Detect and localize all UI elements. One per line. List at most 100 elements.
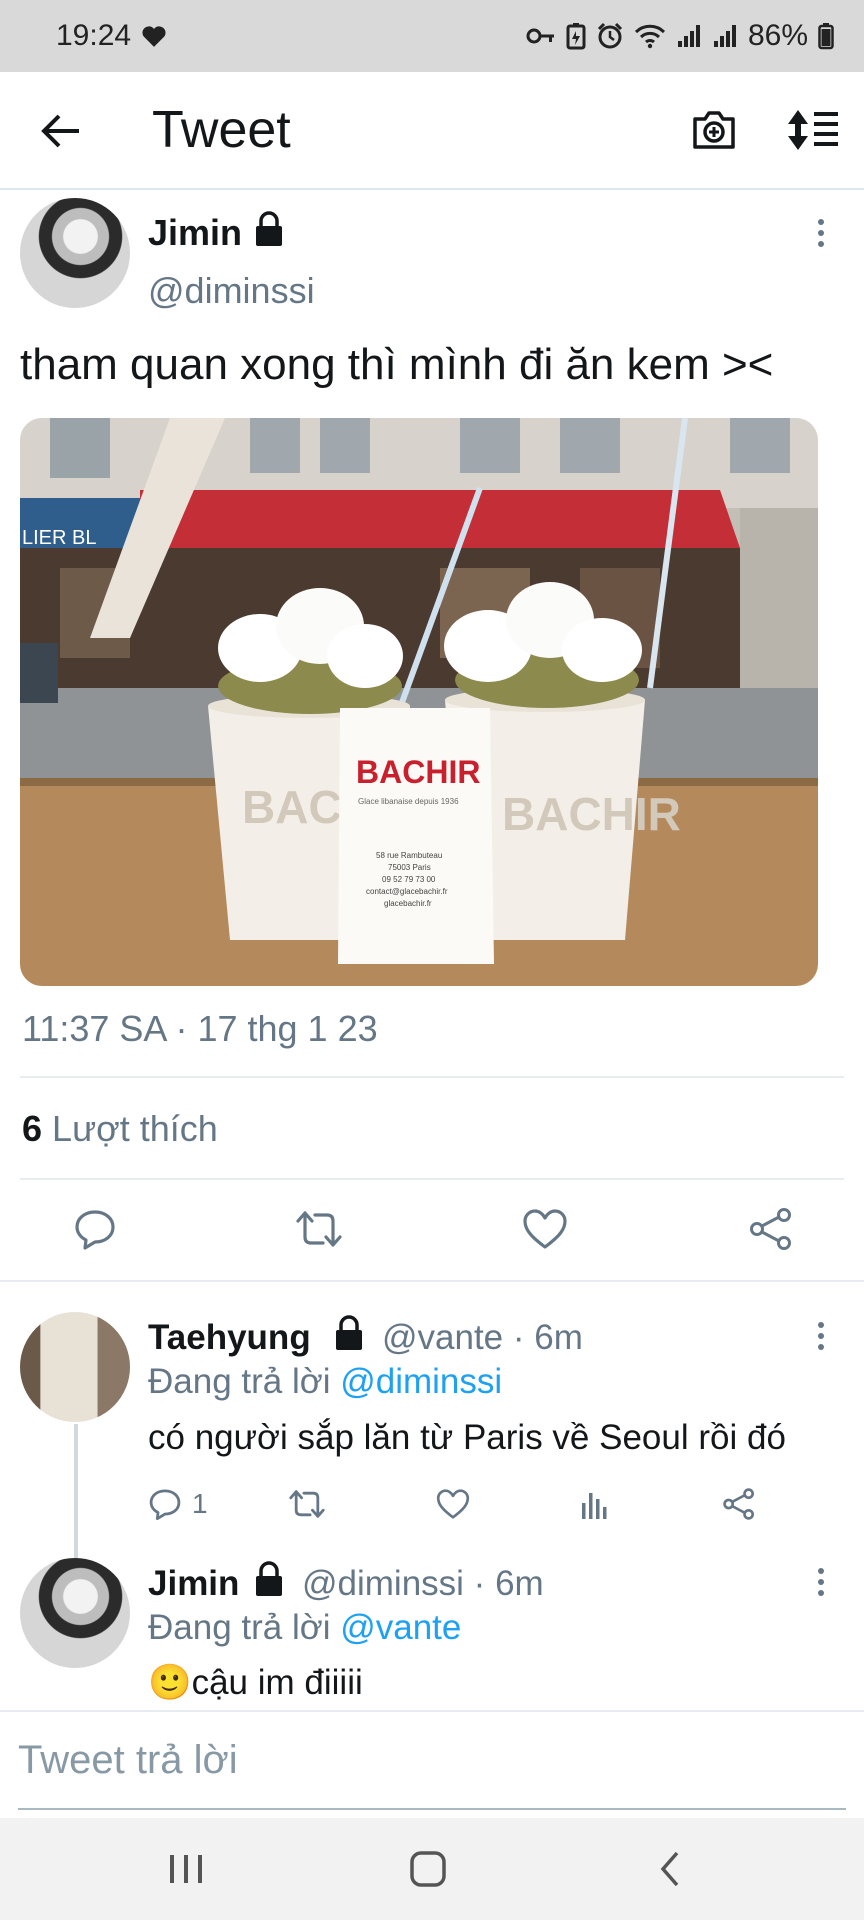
share-icon: [723, 1488, 755, 1520]
shop-card-line: 75003 Paris: [388, 863, 431, 872]
reply-author-handle[interactable]: @diminssi: [302, 1564, 464, 1603]
more-dot-icon: [818, 1579, 824, 1585]
analytics-button[interactable]: [578, 1484, 612, 1524]
like-button[interactable]: [436, 1484, 470, 1524]
shop-card-line: glacebachir.fr: [384, 899, 432, 908]
likes-count: 6: [22, 1108, 43, 1149]
recent-apps-button[interactable]: [156, 1844, 216, 1894]
avatar[interactable]: [20, 198, 130, 308]
wifi-icon: [634, 23, 666, 49]
awning-text: LIER BL: [22, 527, 96, 549]
reply-author-name[interactable]: Taehyung: [148, 1318, 311, 1358]
more-dot-icon: [818, 1568, 824, 1574]
mention-link[interactable]: @vante: [340, 1608, 461, 1647]
sort-button[interactable]: [782, 104, 842, 156]
like-button[interactable]: [520, 1204, 570, 1254]
like-icon: [523, 1209, 567, 1249]
page-title: Tweet: [152, 101, 291, 159]
cup-brand-right: BACHIR: [502, 788, 681, 840]
shop-card-line: 09 52 79 73 00: [382, 875, 436, 884]
retweet-button[interactable]: [288, 1484, 326, 1524]
key-icon: [526, 25, 556, 47]
avatar[interactable]: [20, 1558, 130, 1668]
more-dot-icon: [818, 1333, 824, 1339]
tweet-timestamp: 11:37 SA · 17 thg 1 23: [22, 1008, 378, 1049]
more-dot-icon: [818, 230, 824, 236]
back-icon: [660, 1851, 679, 1887]
battery-icon: [818, 22, 834, 50]
retweet-button[interactable]: [294, 1204, 344, 1254]
more-options-button[interactable]: [806, 213, 836, 253]
alarm-icon: [596, 22, 624, 50]
replying-label: Đang trả lời: [148, 1362, 331, 1401]
reply-text: có người sắp lăn từ Paris về Seoul rồi đ…: [148, 1418, 786, 1457]
signal-icon: [712, 23, 738, 49]
divider: [20, 1178, 844, 1180]
home-button[interactable]: [398, 1844, 458, 1894]
recent-apps-icon: [170, 1855, 202, 1883]
reply-meta: @vante · 6m: [382, 1318, 583, 1357]
sort-icon: [788, 110, 838, 150]
thread-line: [74, 1424, 78, 1560]
smiley-emoji: 🙂: [148, 1663, 192, 1702]
status-bar: 19:24 86%: [0, 0, 864, 72]
reply-author-name[interactable]: Jimin: [148, 1564, 239, 1604]
reply-button[interactable]: [70, 1204, 120, 1254]
more-dot-icon: [818, 219, 824, 225]
more-options-button[interactable]: [806, 1562, 836, 1602]
likes-count-row[interactable]: 6 Lượt thích: [22, 1108, 218, 1150]
status-time: 19:24: [56, 19, 132, 52]
shop-card-brand: BACHIR: [356, 754, 480, 790]
reply-count: 1: [192, 1488, 208, 1519]
divider: [20, 1076, 844, 1078]
more-dot-icon: [818, 1344, 824, 1350]
reply-time: 6m: [495, 1564, 544, 1603]
more-dot-icon: [818, 241, 824, 247]
camera-icon: [693, 111, 735, 149]
lock-icon: [256, 211, 282, 246]
camera-button[interactable]: [688, 104, 740, 156]
reply-text: 🙂cậu im điiiii: [148, 1662, 363, 1703]
divider: [0, 1280, 864, 1282]
more-dot-icon: [818, 1322, 824, 1328]
back-arrow-icon: [41, 114, 79, 148]
signal-icon: [676, 23, 702, 49]
author-name[interactable]: Jimin: [148, 212, 242, 254]
status-left: 19:24: [56, 19, 167, 53]
retweet-icon: [289, 1490, 325, 1518]
share-button[interactable]: [746, 1204, 796, 1254]
replying-label: Đang trả lời: [148, 1608, 331, 1647]
heart-icon: [141, 24, 167, 48]
tweet-text: tham quan xong thì mình đi ăn kem ><: [20, 340, 774, 389]
reply-button[interactable]: 1: [148, 1484, 208, 1524]
shop-card-tagline: Glace libanaise depuis 1936: [358, 797, 459, 806]
like-icon: [436, 1489, 470, 1519]
lock-icon: [336, 1315, 362, 1350]
lock-icon: [256, 1561, 282, 1596]
reply-time: 6m: [534, 1318, 583, 1357]
reply-composer: [0, 1712, 864, 1816]
share-icon: [750, 1208, 791, 1250]
share-button[interactable]: [722, 1484, 756, 1524]
shop-card-line: 58 rue Rambuteau: [376, 851, 442, 860]
mention-link[interactable]: @diminssi: [340, 1362, 502, 1401]
more-options-button[interactable]: [806, 1316, 836, 1356]
reply-text-body: cậu im điiiii: [191, 1663, 363, 1702]
status-right: 86%: [526, 19, 834, 53]
replying-to: Đang trả lời @vante: [148, 1608, 461, 1648]
reply-input[interactable]: [18, 1732, 848, 1788]
system-nav-bar: [0, 1818, 864, 1920]
back-button[interactable]: [36, 106, 86, 156]
shop-card-line: contact@glacebachir.fr: [366, 887, 448, 896]
likes-label: Lượt thích: [52, 1108, 218, 1149]
system-back-button[interactable]: [640, 1844, 700, 1894]
analytics-icon: [582, 1493, 607, 1519]
battery-percent: 86%: [747, 19, 808, 52]
more-dot-icon: [818, 1590, 824, 1596]
reply-icon: [149, 1489, 181, 1521]
avatar[interactable]: [20, 1312, 130, 1422]
reply-author-handle[interactable]: @vante: [382, 1318, 503, 1357]
author-handle[interactable]: @diminssi: [148, 270, 315, 312]
reply-meta: @diminssi · 6m: [302, 1564, 544, 1603]
tweet-photo[interactable]: LIER BL BACHI BACHIR BACHIR Glace libana…: [20, 418, 818, 986]
